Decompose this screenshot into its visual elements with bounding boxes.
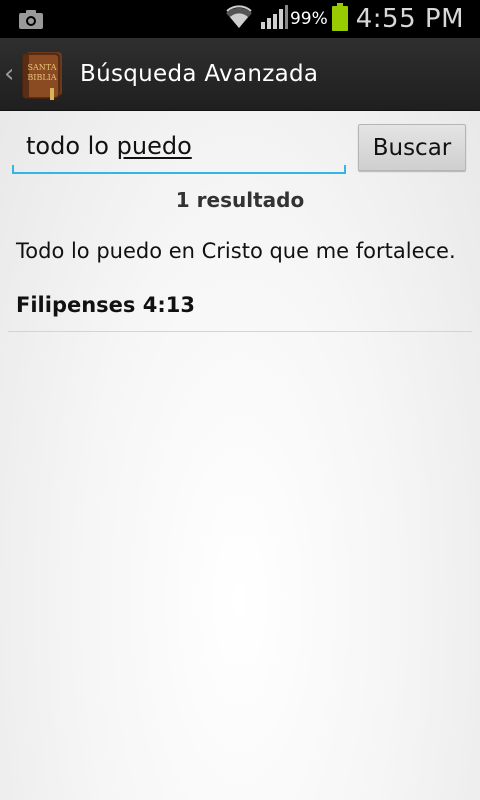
search-input[interactable] [12, 128, 346, 174]
search-button[interactable]: Buscar [358, 124, 466, 171]
search-row: todo lo puedo Buscar [0, 120, 480, 176]
status-bar: 99% 4:55 PM [0, 0, 480, 38]
clock: 4:55 PM [355, 4, 464, 34]
verse-reference: Filipenses 4:13 [16, 293, 195, 317]
action-bar: ‹ SANTA BIBLIA Búsqueda Avanzada [0, 38, 480, 111]
svg-text:SANTA: SANTA [28, 63, 57, 72]
back-caret-icon[interactable]: ‹ [4, 61, 18, 87]
signal-icon [260, 4, 288, 34]
verse-text: Todo lo puedo en Cristo que me fortalece… [16, 239, 456, 263]
bible-app-icon[interactable]: SANTA BIBLIA [20, 48, 66, 100]
wifi-icon [224, 4, 254, 34]
battery-percent: 99% [289, 9, 328, 29]
camera-icon [18, 8, 44, 34]
list-item[interactable]: Todo lo puedo en Cristo que me fortalece… [8, 236, 472, 332]
battery-icon [331, 3, 348, 35]
result-count: 1 resultado [175, 188, 305, 212]
page-title: Búsqueda Avanzada [80, 61, 319, 87]
svg-text:BIBLIA: BIBLIA [27, 73, 56, 82]
